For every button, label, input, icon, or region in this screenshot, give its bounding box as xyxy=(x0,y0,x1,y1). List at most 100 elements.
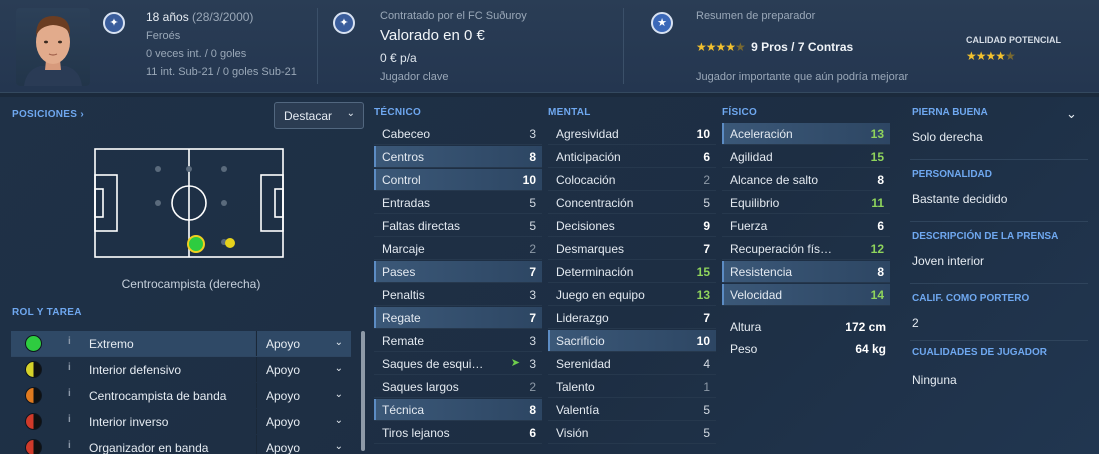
attribute-row[interactable]: Juego en equipo 13 xyxy=(548,284,716,306)
info-icon[interactable]: i xyxy=(68,362,71,373)
role-cell[interactable]: i Centrocampista de banda xyxy=(11,383,255,408)
attribute-row[interactable]: Decisiones 9 xyxy=(548,215,716,237)
attribute-name: Cabeceo xyxy=(382,127,431,141)
attribute-row[interactable]: Determinación 15 xyxy=(548,261,716,283)
info-icon[interactable]: i xyxy=(68,440,71,451)
role-row[interactable]: i Centrocampista de banda Apoyo ⌄ xyxy=(11,383,351,409)
role-name: Interior defensivo xyxy=(89,363,182,377)
info-icon[interactable]: i xyxy=(68,414,71,425)
nationality-text: Feroés xyxy=(146,30,181,42)
attribute-name: Colocación xyxy=(556,173,616,187)
age-label: 18 años xyxy=(146,10,189,24)
attribute-value: 2 xyxy=(529,380,536,394)
attribute-row[interactable]: Tiros lejanos 6 xyxy=(374,422,542,444)
role-row[interactable]: i Interior defensivo Apoyo ⌄ xyxy=(11,357,351,383)
highlight-dropdown[interactable]: Destacar ⌄ xyxy=(274,102,364,129)
attribute-row[interactable]: Talento 1 xyxy=(548,376,716,398)
attribute-value: 15 xyxy=(870,150,884,164)
attribute-row[interactable]: Técnica 8 xyxy=(374,399,542,421)
attribute-value: 5 xyxy=(703,403,710,417)
attribute-name: Talento xyxy=(556,380,595,394)
attribute-row[interactable]: Remate 3 xyxy=(374,330,542,352)
attribute-name: Determinación xyxy=(556,265,634,279)
attribute-row[interactable]: Regate 7 xyxy=(374,307,542,329)
role-cell[interactable]: i Interior inverso xyxy=(11,409,255,434)
role-cell[interactable]: i Extremo xyxy=(11,331,255,356)
attribute-value: 8 xyxy=(877,173,884,187)
attribute-row[interactable]: Recuperación fís… 12 xyxy=(722,238,890,260)
attribute-name: Regate xyxy=(382,311,421,325)
attribute-name: Equilibrio xyxy=(730,196,780,210)
attribute-row[interactable]: Equilibrio 11 xyxy=(722,192,890,214)
attribute-row[interactable]: Agilidad 15 xyxy=(722,146,890,168)
role-cell[interactable]: i Interior defensivo xyxy=(11,357,255,382)
attribute-row[interactable]: Fuerza 6 xyxy=(722,215,890,237)
attribute-row[interactable]: Velocidad 14 xyxy=(722,284,890,306)
role-list-scrollbar[interactable] xyxy=(361,331,365,451)
attribute-row[interactable]: Liderazgo 7 xyxy=(548,307,716,329)
attribute-row[interactable]: Cabeceo 3 xyxy=(374,123,542,145)
attribute-row[interactable]: Resistencia 8 xyxy=(722,261,890,283)
gk-title: CALIF. COMO PORTERO xyxy=(912,293,1030,304)
attribute-value: 6 xyxy=(529,426,536,440)
attribute-name: Saques largos xyxy=(382,380,459,394)
role-cell[interactable]: i Organizador en banda xyxy=(11,435,255,454)
attribute-row[interactable]: Concentración 5 xyxy=(548,192,716,214)
info-icon[interactable]: i xyxy=(68,336,71,347)
attribute-row[interactable]: Saques largos 2 xyxy=(374,376,542,398)
height-label: Altura xyxy=(730,320,762,334)
role-row[interactable]: i Extremo Apoyo ⌄ xyxy=(11,331,351,357)
attribute-row[interactable]: Centros 8 xyxy=(374,146,542,168)
info-icon[interactable]: i xyxy=(68,388,71,399)
duty-dropdown[interactable]: Apoyo ⌄ xyxy=(256,409,351,434)
attribute-name: Marcaje xyxy=(382,242,425,256)
attribute-row[interactable]: Desmarques 7 xyxy=(548,238,716,260)
attribute-name: Penaltis xyxy=(382,288,425,302)
attribute-row[interactable]: Saques de esqui… 3 ➤ xyxy=(374,353,542,375)
attribute-name: Remate xyxy=(382,334,425,348)
attribute-value: 5 xyxy=(703,426,710,440)
attribute-name: Juego en equipo xyxy=(556,288,645,302)
attribute-row[interactable]: Visión 5 xyxy=(548,422,716,444)
duty-dropdown[interactable]: Apoyo ⌄ xyxy=(256,331,351,356)
attribute-name: Control xyxy=(382,173,421,187)
attribute-value: 5 xyxy=(529,196,536,210)
duty-dropdown[interactable]: Apoyo ⌄ xyxy=(256,357,351,382)
mental-title: MENTAL xyxy=(548,107,591,118)
attribute-row[interactable]: Faltas directas 5 xyxy=(374,215,542,237)
attribute-name: Liderazgo xyxy=(556,311,609,325)
positions-title[interactable]: POSICIONES › xyxy=(12,109,84,120)
half-star-icon: ★ xyxy=(1005,49,1016,63)
attribute-row[interactable]: Anticipación 6 xyxy=(548,146,716,168)
coach-stars: ★★★★★ 9 Pros / 7 Contras xyxy=(696,40,853,54)
attribute-row[interactable]: Valentía 5 xyxy=(548,399,716,421)
attribute-row[interactable]: Aceleración 13 xyxy=(722,123,890,145)
duty-value: Apoyo xyxy=(266,415,301,429)
roles-title: ROL Y TAREA xyxy=(12,307,82,318)
attribute-row[interactable]: Penaltis 3 xyxy=(374,284,542,306)
attribute-row[interactable]: Agresividad 10 xyxy=(548,123,716,145)
attribute-row[interactable]: Pases 7 xyxy=(374,261,542,283)
gk-value: 2 xyxy=(912,316,919,330)
attribute-row[interactable]: Marcaje 2 xyxy=(374,238,542,260)
role-row[interactable]: i Interior inverso Apoyo ⌄ xyxy=(11,409,351,435)
height-value: 172 cm xyxy=(845,320,886,334)
collapse-chevron-icon[interactable]: ⌄ xyxy=(1066,106,1077,122)
attribute-row[interactable]: Colocación 2 xyxy=(548,169,716,191)
attribute-name: Sacrificio xyxy=(556,334,605,348)
star-icon: ★★★★ xyxy=(696,40,736,54)
attribute-row[interactable]: Sacrificio 10 xyxy=(548,330,716,352)
duty-dropdown[interactable]: Apoyo ⌄ xyxy=(256,383,351,408)
attribute-name: Entradas xyxy=(382,196,431,210)
u21-caps-text: 11 int. Sub-21 / 0 goles Sub-21 xyxy=(146,66,297,78)
attribute-row[interactable]: Entradas 5 xyxy=(374,192,542,214)
role-row[interactable]: i Organizador en banda Apoyo ⌄ xyxy=(11,435,351,454)
role-name: Interior inverso xyxy=(89,415,169,429)
position-dots xyxy=(155,166,227,245)
player-value: Valorado en 0 € xyxy=(380,27,485,44)
attribute-row[interactable]: Control 10 xyxy=(374,169,542,191)
duty-dropdown[interactable]: Apoyo ⌄ xyxy=(256,435,351,454)
attribute-row[interactable]: Serenidad 4 xyxy=(548,353,716,375)
role-suitability-icon xyxy=(25,335,42,352)
attribute-row[interactable]: Alcance de salto 8 xyxy=(722,169,890,191)
